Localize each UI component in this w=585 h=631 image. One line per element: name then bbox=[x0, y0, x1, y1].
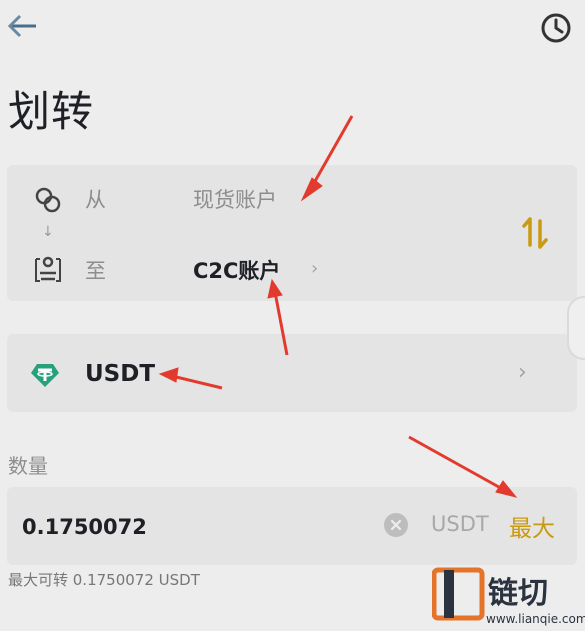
page-title: 划转 bbox=[8, 87, 95, 136]
history-button[interactable] bbox=[536, 8, 576, 48]
to-label: 至 bbox=[85, 259, 106, 283]
arrow-down-icon: ↓ bbox=[42, 224, 54, 240]
clear-circle-icon bbox=[390, 519, 402, 531]
swap-accounts-button[interactable] bbox=[515, 213, 555, 253]
coin-name: USDT bbox=[85, 361, 156, 387]
history-clock-icon bbox=[541, 13, 571, 43]
chevron-right-icon: › bbox=[311, 258, 319, 279]
amount-label: 数量 bbox=[8, 454, 48, 478]
spot-wallet-icon bbox=[32, 184, 64, 216]
watermark-url: www.lianqie.com bbox=[486, 612, 585, 626]
c2c-wallet-icon bbox=[32, 253, 64, 285]
available-balance: 最大可转 0.1750072 USDT bbox=[8, 571, 200, 589]
watermark-brand: 链切 bbox=[488, 576, 548, 611]
back-arrow-icon bbox=[7, 14, 36, 38]
floating-side-handle[interactable] bbox=[567, 296, 585, 360]
clear-amount-button[interactable] bbox=[384, 513, 408, 537]
back-button[interactable] bbox=[2, 8, 42, 44]
from-account-selector[interactable]: 现货账户 bbox=[193, 184, 277, 214]
from-label: 从 bbox=[85, 188, 106, 212]
chevron-right-icon: › bbox=[518, 360, 527, 385]
max-button[interactable]: 最大 bbox=[509, 509, 555, 543]
to-account-selector[interactable]: C2C账户 bbox=[193, 255, 280, 285]
amount-unit: USDT bbox=[431, 512, 489, 536]
swap-arrows-icon bbox=[522, 217, 548, 249]
amount-input[interactable] bbox=[22, 510, 362, 544]
tether-icon bbox=[30, 360, 60, 390]
